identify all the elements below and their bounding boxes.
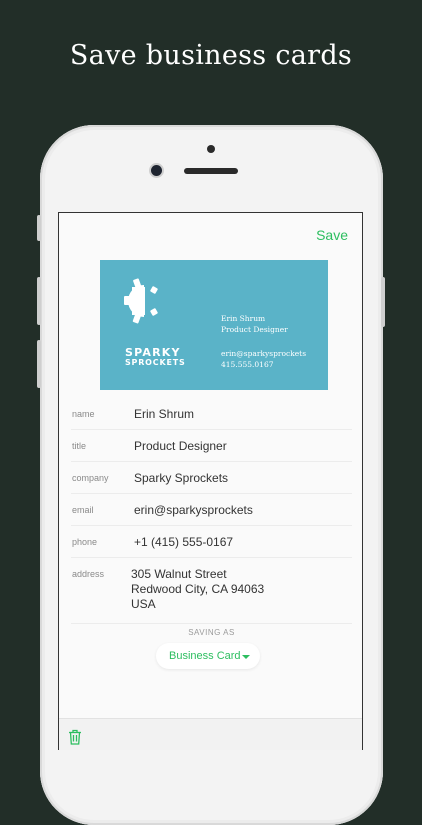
field-label: email — [72, 505, 94, 515]
headline: Save business cards — [69, 40, 353, 71]
mute-switch — [37, 215, 41, 241]
app-screen: Save SPARKY SPROCKETS Erin Shrum Product… — [58, 212, 363, 750]
note-type-value: Business Card — [169, 650, 241, 662]
earpiece-speaker — [184, 168, 238, 174]
note-type-dropdown[interactable]: Business Card — [156, 643, 260, 669]
address-line: USA — [131, 597, 156, 611]
card-brand: SPARKY SPROCKETS — [125, 346, 186, 368]
front-camera — [151, 165, 162, 176]
address-line: 305 Walnut Street — [131, 567, 227, 581]
field-row-address[interactable]: address 305 Walnut Street Redwood City, … — [71, 558, 352, 624]
company-field[interactable]: Sparky Sprockets — [134, 471, 228, 485]
field-row-company[interactable]: company Sparky Sprockets — [71, 462, 352, 494]
saving-as-label: SAVING AS — [188, 628, 235, 637]
name-field[interactable]: Erin Shrum — [134, 407, 194, 421]
caret-down-icon — [242, 655, 250, 659]
field-label: address — [72, 569, 105, 579]
save-button[interactable]: Save — [316, 227, 348, 243]
field-label: phone — [72, 537, 98, 547]
card-name: Erin Shrum — [221, 314, 266, 323]
field-row-name[interactable]: name Erin Shrum — [71, 398, 352, 430]
field-label: title — [72, 441, 87, 451]
title-field[interactable]: Product Designer — [134, 439, 227, 453]
phone-field[interactable]: +1 (415) 555-0167 — [134, 535, 233, 549]
trash-icon[interactable] — [68, 729, 82, 745]
card-email: erin@sparkysprockets — [221, 349, 307, 358]
card-title: Product Designer — [221, 325, 288, 334]
field-row-title[interactable]: title Product Designer — [71, 430, 352, 462]
field-label: company — [72, 473, 109, 483]
bottom-toolbar — [59, 718, 362, 750]
volume-up-button — [37, 277, 41, 325]
business-card-image: SPARKY SPROCKETS Erin Shrum Product Desi… — [100, 260, 328, 390]
sprocket-logo-icon — [124, 278, 158, 324]
email-field[interactable]: erin@sparkysprockets — [134, 503, 253, 517]
volume-down-button — [37, 340, 41, 388]
card-brand-line1: SPARKY — [125, 346, 181, 359]
sensor-dot — [207, 145, 215, 153]
card-phone: 415.555.0167 — [221, 360, 274, 369]
address-line: Redwood City, CA 94063 — [131, 582, 265, 596]
contact-fields: name Erin Shrum title Product Designer c… — [71, 398, 352, 624]
field-row-phone[interactable]: phone +1 (415) 555-0167 — [71, 526, 352, 558]
address-field[interactable]: 305 Walnut Street Redwood City, CA 94063… — [131, 567, 264, 612]
card-brand-line2: SPROCKETS — [125, 358, 186, 367]
power-button — [381, 277, 385, 327]
field-row-email[interactable]: email erin@sparkysprockets — [71, 494, 352, 526]
field-label: name — [72, 409, 95, 419]
